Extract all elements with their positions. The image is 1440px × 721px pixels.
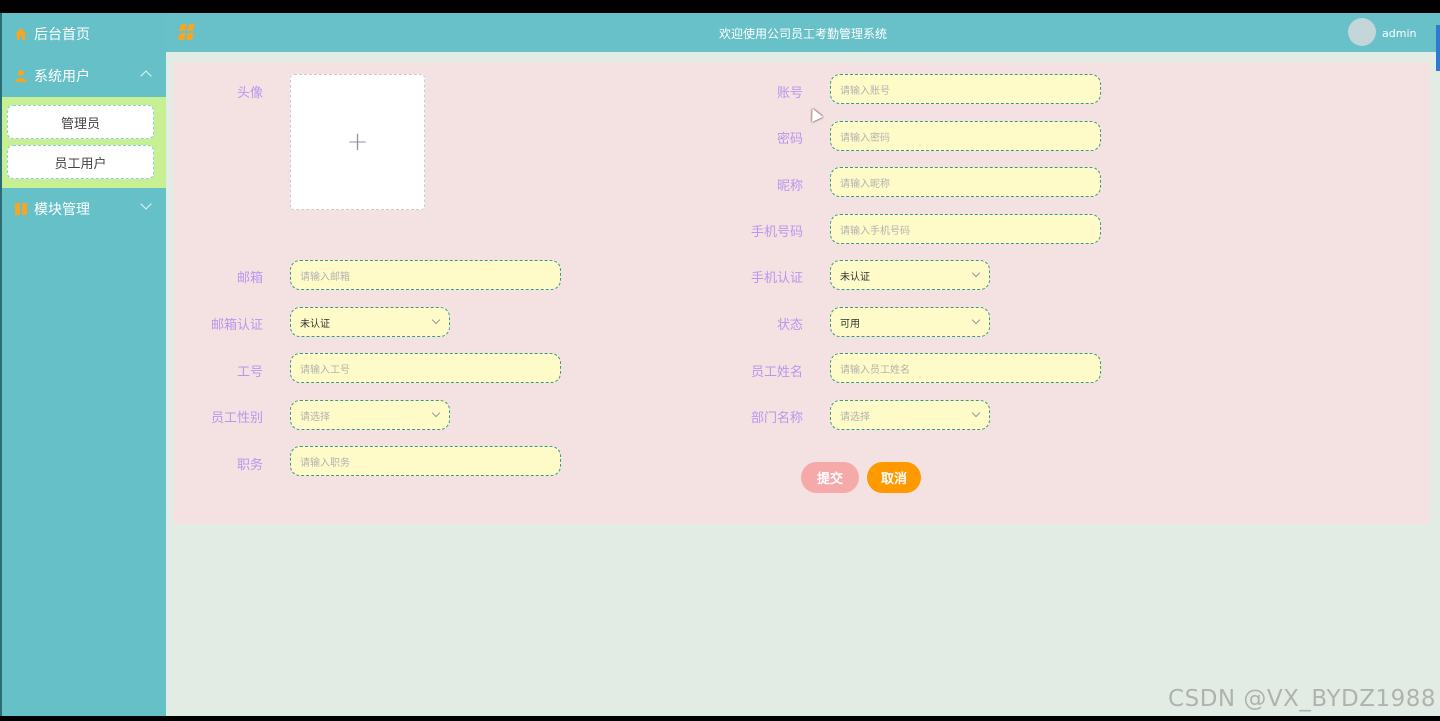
sidebar-item-system-users[interactable]: 系统用户 [2, 55, 166, 97]
sidebar-item-label: 后台首页 [34, 27, 90, 43]
status-label: 状态 [776, 318, 803, 333]
phone-verify-select[interactable]: 未认证 [830, 260, 990, 290]
department-select[interactable]: 请选择 [830, 400, 990, 430]
home-icon [15, 28, 27, 40]
sidebar-item-home[interactable]: 后台首页 [2, 13, 166, 55]
employee-name-field[interactable]: 请输入员工姓名 [830, 353, 1101, 383]
phone-verify-label: 手机认证 [750, 271, 803, 286]
email-verify-value: 未认证 [300, 318, 330, 330]
sidebar: 后台首页 系统用户 管理员 员工用户 模块管理 [0, 13, 166, 716]
email-field[interactable]: 请输入邮箱 [290, 260, 561, 290]
submit-button[interactable]: 提交 [801, 462, 859, 493]
position-field[interactable]: 请输入职务 [290, 446, 561, 476]
department-placeholder: 请选择 [840, 411, 870, 423]
chevron-down-icon [971, 408, 981, 418]
page-title: 欢迎使用公司员工考勤管理系统 [718, 27, 887, 41]
sidebar-subitem-employee-users[interactable]: 员工用户 [7, 145, 154, 179]
scrollbar-thumb[interactable] [1436, 25, 1440, 71]
username-label[interactable]: admin [1382, 27, 1416, 40]
phone-label: 手机号码 [750, 225, 803, 240]
position-label: 职务 [236, 458, 263, 473]
top-header: 欢迎使用公司员工考勤管理系统 admin [166, 13, 1440, 71]
email-verify-label: 邮箱认证 [210, 318, 263, 333]
user-form: 头像 + 邮箱 请输入邮箱 邮箱认证 未认证 工号 请输入工号 员工性别 请选择… [173, 62, 1430, 524]
user-icon [15, 70, 27, 82]
avatar[interactable] [1348, 18, 1376, 46]
sidebar-item-module-management[interactable]: 模块管理 [2, 188, 166, 230]
gender-label: 员工性别 [210, 411, 263, 426]
email-verify-select[interactable]: 未认证 [290, 307, 450, 337]
sidebar-item-label: 模块管理 [34, 202, 90, 218]
gender-select[interactable]: 请选择 [290, 400, 450, 430]
account-label: 账号 [776, 86, 803, 101]
chevron-down-icon [431, 315, 441, 325]
department-label: 部门名称 [750, 411, 803, 426]
status-value: 可用 [840, 318, 860, 330]
sidebar-item-label: 系统用户 [34, 69, 90, 85]
employee-no-label: 工号 [236, 365, 263, 380]
sidebar-subitem-admin[interactable]: 管理员 [7, 105, 154, 139]
avatar-label: 头像 [236, 86, 263, 101]
chevron-down-icon [140, 198, 152, 210]
nickname-field[interactable]: 请输入昵称 [830, 167, 1101, 197]
gender-placeholder: 请选择 [300, 411, 330, 423]
email-label: 邮箱 [236, 271, 263, 286]
chevron-down-icon [971, 315, 981, 325]
account-field[interactable]: 请输入账号 [830, 74, 1101, 104]
employee-name-label: 员工姓名 [750, 365, 803, 380]
avatar-upload-button[interactable]: + [290, 74, 425, 210]
phone-verify-value: 未认证 [840, 271, 870, 283]
nickname-label: 昵称 [776, 179, 803, 194]
sidebar-submenu: 管理员 员工用户 [2, 97, 166, 188]
grid-icon [15, 203, 27, 215]
chevron-down-icon [971, 268, 981, 278]
password-field[interactable]: 请输入密码 [830, 121, 1101, 151]
phone-field[interactable]: 请输入手机号码 [830, 214, 1101, 244]
status-select[interactable]: 可用 [830, 307, 990, 337]
chevron-up-icon [140, 70, 152, 82]
app-screen: 后台首页 系统用户 管理员 员工用户 模块管理 欢迎使用公司员工考勤管理系统 a… [0, 13, 1440, 716]
chevron-down-icon [431, 408, 441, 418]
cancel-button[interactable]: 取消 [867, 462, 921, 493]
password-label: 密码 [776, 132, 803, 147]
employee-no-field[interactable]: 请输入工号 [290, 353, 561, 383]
plus-icon: + [346, 127, 369, 157]
watermark: CSDN @VX_BYDZ1988 [1168, 686, 1436, 712]
